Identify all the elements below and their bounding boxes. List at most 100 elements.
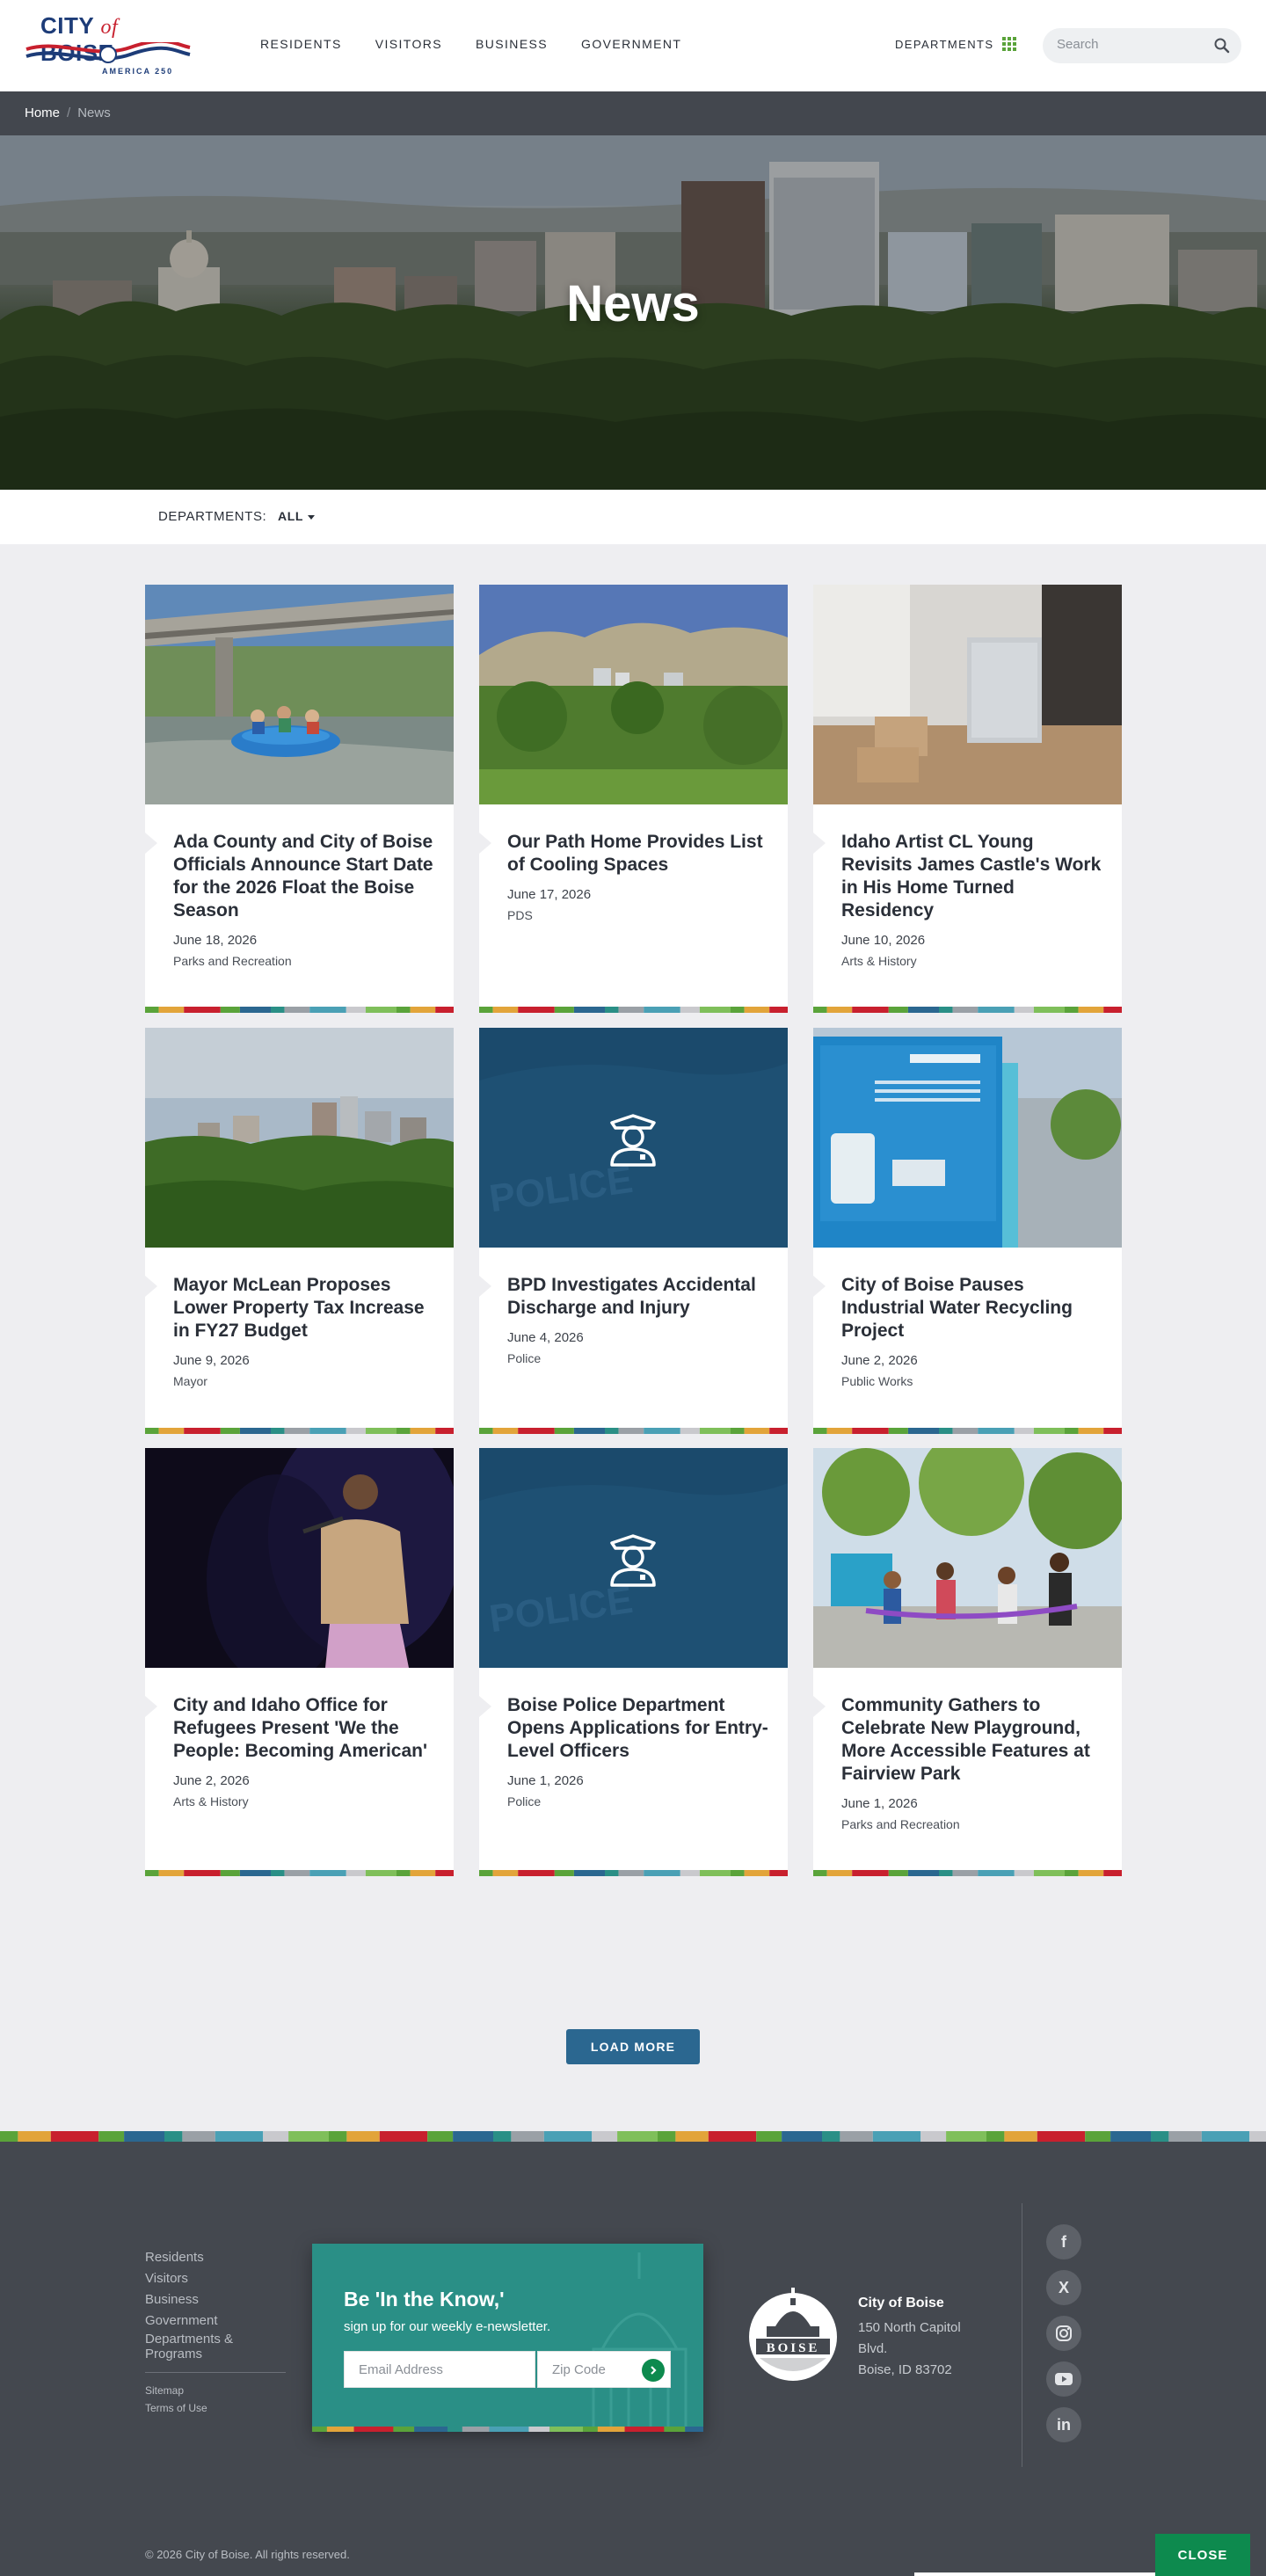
card-notch <box>813 833 826 854</box>
card-image[interactable]: POLICE <box>479 1028 788 1248</box>
card-title[interactable]: Community Gathers to Celebrate New Playg… <box>841 1694 1105 1786</box>
card-title[interactable]: Mayor McLean Proposes Lower Property Tax… <box>173 1274 437 1343</box>
footer-link-visitors[interactable]: Visitors <box>145 2268 286 2289</box>
capitol-seal-icon: BOISE <box>749 2288 837 2381</box>
card-image[interactable] <box>145 585 454 804</box>
breadcrumb-home[interactable]: Home <box>25 106 60 120</box>
email-field[interactable] <box>345 2352 535 2387</box>
newsletter-signup: Be 'In the Know,' sign up for our weekly… <box>312 2244 703 2432</box>
card-date: June 17, 2026 <box>507 887 592 902</box>
email-field-wrap <box>344 2351 535 2388</box>
zip-code-field[interactable] <box>538 2352 635 2387</box>
x-icon[interactable]: X <box>1046 2270 1081 2305</box>
card-image[interactable] <box>145 1028 454 1248</box>
card-title[interactable]: Our Path Home Provides List of Cooling S… <box>507 831 771 877</box>
footer-link-residents[interactable]: Residents <box>145 2247 286 2268</box>
card-title[interactable]: Boise Police Department Opens Applicatio… <box>507 1694 771 1763</box>
ultrafiltration-photo <box>813 1028 1122 1248</box>
card-title[interactable]: Idaho Artist CL Young Revisits James Cas… <box>841 831 1105 922</box>
departments-filter-dropdown[interactable]: ALL <box>278 509 315 523</box>
departments-menu[interactable]: DEPARTMENTS <box>895 37 1017 51</box>
singer-stage-photo <box>145 1448 454 1668</box>
instagram-icon[interactable] <box>1046 2316 1081 2351</box>
site-footer: Residents Visitors Business Government D… <box>0 2142 1266 2576</box>
card-notch <box>145 1696 157 1717</box>
card-title[interactable]: BPD Investigates Accidental Discharge an… <box>507 1274 771 1320</box>
card-title[interactable]: City and Idaho Office for Refugees Prese… <box>173 1694 437 1763</box>
card-notch <box>813 1276 826 1297</box>
newsletter-title: Be 'In the Know,' <box>344 2288 505 2310</box>
address-line: Blvd. <box>858 2341 888 2356</box>
card-category: Parks and Recreation <box>841 1817 960 1831</box>
city-logo[interactable]: CITY of BOISE AMERICA 250 <box>25 11 192 81</box>
departments-filter-label: DEPARTMENTS: <box>158 509 267 524</box>
card-color-stripe <box>145 1870 454 1876</box>
card-notch <box>479 1696 491 1717</box>
news-card[interactable]: POLICE BPD Investigates Accidental Disch… <box>479 1028 788 1434</box>
zip-field-wrap <box>537 2351 671 2388</box>
news-card[interactable]: City and Idaho Office for Refugees Prese… <box>145 1448 454 1876</box>
card-image[interactable]: POLICE <box>479 1448 788 1668</box>
card-image[interactable] <box>479 585 788 804</box>
card-image[interactable] <box>813 585 1122 804</box>
address-line: 150 North Capitol <box>858 2320 961 2335</box>
card-date: June 2, 2026 <box>173 1773 250 1788</box>
breadcrumb: Home / News <box>25 106 111 120</box>
search-icon[interactable] <box>1213 37 1231 55</box>
police-placeholder-image: POLICE <box>479 1448 788 1668</box>
card-color-stripe <box>479 1428 788 1434</box>
cookie-banner-edge <box>914 2572 1155 2576</box>
footer-link-terms[interactable]: Terms of Use <box>145 2399 286 2417</box>
footer-divider <box>145 2372 286 2373</box>
news-card[interactable]: Mayor McLean Proposes Lower Property Tax… <box>145 1028 454 1434</box>
card-image[interactable] <box>813 1448 1122 1668</box>
card-title[interactable]: Ada County and City of Boise Officials A… <box>173 831 437 922</box>
city-seal-logo: BOISE <box>747 2281 839 2386</box>
footer-link-business[interactable]: Business <box>145 2289 286 2310</box>
logo-wave-icon <box>25 42 191 63</box>
facebook-icon[interactable]: f <box>1046 2224 1081 2259</box>
news-card[interactable]: City of Boise Pauses Industrial Water Re… <box>813 1028 1122 1434</box>
card-image[interactable] <box>145 1448 454 1668</box>
breadcrumb-separator: / <box>67 106 71 120</box>
close-button[interactable]: CLOSE <box>1155 2534 1250 2576</box>
youtube-icon[interactable] <box>1046 2361 1081 2397</box>
news-card[interactable]: Community Gathers to Celebrate New Playg… <box>813 1448 1122 1876</box>
submit-arrow-button[interactable] <box>642 2359 665 2382</box>
footer-links: Residents Visitors Business Government D… <box>145 2247 286 2417</box>
org-name: City of Boise <box>858 2296 944 2310</box>
news-card[interactable]: Our Path Home Provides List of Cooling S… <box>479 585 788 1013</box>
footer-link-government[interactable]: Government <box>145 2310 286 2332</box>
card-category: Arts & History <box>841 954 917 968</box>
card-color-stripe <box>813 1007 1122 1013</box>
police-placeholder-image: POLICE <box>479 1028 788 1248</box>
city-foothills-photo <box>479 585 788 804</box>
nav-visitors[interactable]: VISITORS <box>375 37 442 51</box>
footer-link-sitemap[interactable]: Sitemap <box>145 2382 286 2399</box>
card-category: PDS <box>507 908 533 922</box>
nav-government[interactable]: GOVERNMENT <box>581 37 681 51</box>
footer-link-departments[interactable]: Departments & Programs <box>145 2332 286 2361</box>
card-date: June 1, 2026 <box>507 1773 584 1788</box>
card-color-stripe <box>145 1007 454 1013</box>
page-title: News <box>566 275 700 332</box>
card-title[interactable]: City of Boise Pauses Industrial Water Re… <box>841 1274 1105 1343</box>
nav-residents[interactable]: RESIDENTS <box>260 37 342 51</box>
card-notch <box>145 833 157 854</box>
card-color-stripe <box>813 1428 1122 1434</box>
card-category: Mayor <box>173 1374 207 1388</box>
card-category: Police <box>507 1351 542 1365</box>
card-category: Parks and Recreation <box>173 954 292 968</box>
news-card[interactable]: Idaho Artist CL Young Revisits James Cas… <box>813 585 1122 1013</box>
card-image[interactable] <box>813 1028 1122 1248</box>
hero-banner: News <box>0 135 1266 490</box>
card-date: June 18, 2026 <box>173 933 258 948</box>
news-card[interactable]: Ada County and City of Boise Officials A… <box>145 585 454 1013</box>
linkedin-icon[interactable]: in <box>1046 2407 1081 2442</box>
load-more-button[interactable]: LOAD MORE <box>566 2029 700 2064</box>
card-date: June 1, 2026 <box>841 1796 918 1811</box>
nav-business[interactable]: BUSINESS <box>476 37 548 51</box>
search-input[interactable] <box>1057 37 1206 52</box>
card-color-stripe <box>813 1870 1122 1876</box>
news-card[interactable]: POLICE Boise Police Department Opens App… <box>479 1448 788 1876</box>
